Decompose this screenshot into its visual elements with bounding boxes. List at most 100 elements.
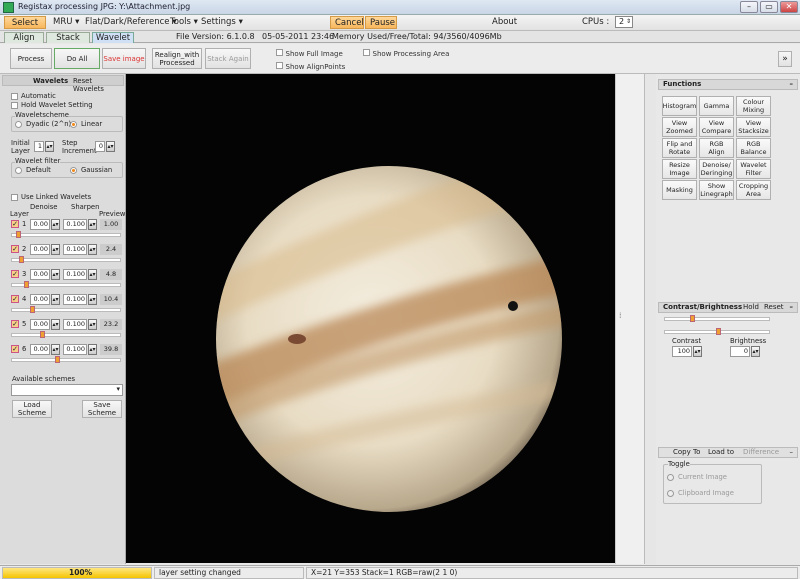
cancel-button[interactable]: Cancel <box>330 16 364 29</box>
show-alignpoints-option[interactable]: Show AlignPoints <box>276 62 345 71</box>
contrast-reset-button[interactable]: Reset <box>764 303 784 312</box>
layer-2-denoise-spinner[interactable]: ▴▾ <box>51 244 60 255</box>
maximize-button[interactable]: ▭ <box>760 1 778 13</box>
copy-to-tab[interactable]: Copy To <box>673 448 700 457</box>
load-scheme-button[interactable]: Load Scheme <box>12 400 52 418</box>
copy-collapse-icon[interactable]: – <box>790 448 794 457</box>
function-button-showlinegraph[interactable]: Show Linegraph <box>699 180 734 200</box>
use-linked-wavelets-checkbox[interactable] <box>11 194 18 201</box>
function-button-viewstacksize[interactable]: View Stacksize <box>736 117 771 137</box>
brightness-slider-thumb[interactable] <box>716 328 721 335</box>
layer-1-sharpen-spinner[interactable]: ▴▾ <box>88 219 97 230</box>
brightness-input[interactable]: 0 <box>730 346 750 357</box>
function-button-rgbbalance[interactable]: RGB Balance <box>736 138 771 158</box>
contrast-collapse-icon[interactable]: – <box>790 303 794 312</box>
layer-2-checkbox[interactable]: ✓ <box>11 245 19 253</box>
dyadic-radio[interactable] <box>15 121 22 128</box>
stack-again-button[interactable]: Stack Again <box>205 48 251 69</box>
process-button[interactable]: Process <box>10 48 52 69</box>
minimize-button[interactable]: – <box>740 1 758 13</box>
layer-6-denoise-spinner[interactable]: ▴▾ <box>51 344 60 355</box>
reset-wavelets-button[interactable]: Reset Wavelets <box>73 77 123 93</box>
layer-3-checkbox[interactable]: ✓ <box>11 270 19 278</box>
contrast-track-1[interactable] <box>664 317 770 321</box>
layer-5-sharpen-input[interactable]: 0.100 <box>63 319 87 330</box>
step-increment-input[interactable]: 0 <box>95 141 105 152</box>
layer-6-slider-track[interactable] <box>11 358 121 362</box>
expand-button[interactable]: » <box>778 51 792 67</box>
function-button-gamma[interactable]: Gamma <box>699 96 734 116</box>
linear-radio[interactable] <box>70 121 77 128</box>
initial-layer-spinner[interactable]: ▴▾ <box>45 141 54 152</box>
layer-5-denoise-spinner[interactable]: ▴▾ <box>51 319 60 330</box>
mru-menu[interactable]: MRU ▾ <box>49 16 83 29</box>
show-alignpoints-checkbox[interactable] <box>276 62 283 69</box>
layer-4-sharpen-spinner[interactable]: ▴▾ <box>88 294 97 305</box>
brightness-spinner[interactable]: ▴▾ <box>751 346 760 357</box>
layer-6-checkbox[interactable]: ✓ <box>11 345 19 353</box>
layer-6-denoise-input[interactable]: 0.00 <box>30 344 50 355</box>
layer-5-checkbox[interactable]: ✓ <box>11 320 19 328</box>
image-viewer[interactable] <box>126 74 615 563</box>
layer-6-slider-thumb[interactable] <box>55 356 60 363</box>
save-scheme-button[interactable]: Save Scheme <box>82 400 122 418</box>
layer-2-denoise-input[interactable]: 0.00 <box>30 244 50 255</box>
layer-2-sharpen-spinner[interactable]: ▴▾ <box>88 244 97 255</box>
layer-5-denoise-input[interactable]: 0.00 <box>30 319 50 330</box>
layer-5-sharpen-spinner[interactable]: ▴▾ <box>88 319 97 330</box>
layer-3-sharpen-spinner[interactable]: ▴▾ <box>88 269 97 280</box>
function-button-viewcompare[interactable]: View Compare <box>699 117 734 137</box>
close-button[interactable]: ✕ <box>780 1 798 13</box>
contrast-hold-button[interactable]: Hold <box>743 303 759 312</box>
tab-stack[interactable]: Stack <box>46 32 90 43</box>
layer-2-sharpen-input[interactable]: 0.100 <box>63 244 87 255</box>
load-to-tab[interactable]: Load to <box>708 448 734 457</box>
function-button-masking[interactable]: Masking <box>662 180 697 200</box>
layer-3-sharpen-input[interactable]: 0.100 <box>63 269 87 280</box>
contrast-input[interactable]: 100 <box>672 346 692 357</box>
function-button-resizeimage[interactable]: Resize Image <box>662 159 697 179</box>
contrast-slider-thumb[interactable] <box>690 315 695 322</box>
realign-button[interactable]: Realign_with Processed <box>152 48 202 69</box>
layer-4-slider-track[interactable] <box>11 308 121 312</box>
layer-5-slider-thumb[interactable] <box>40 331 45 338</box>
layer-3-slider-thumb[interactable] <box>24 281 29 288</box>
gaussian-filter-radio[interactable] <box>70 167 77 174</box>
layer-1-sharpen-input[interactable]: 0.100 <box>63 219 87 230</box>
contrast-spinner[interactable]: ▴▾ <box>693 346 702 357</box>
layer-4-denoise-spinner[interactable]: ▴▾ <box>51 294 60 305</box>
show-processing-area-option[interactable]: Show Processing Area <box>363 49 449 58</box>
function-button-histogram[interactable]: Histogram <box>662 96 697 116</box>
layer-1-denoise-input[interactable]: 0.00 <box>30 219 50 230</box>
layer-1-denoise-spinner[interactable]: ▴▾ <box>51 219 60 230</box>
layer-4-checkbox[interactable]: ✓ <box>11 295 19 303</box>
layer-2-slider-track[interactable] <box>11 258 121 262</box>
default-filter-radio[interactable] <box>15 167 22 174</box>
function-button-colourmixing[interactable]: Colour Mixing <box>736 96 771 116</box>
layer-4-slider-thumb[interactable] <box>30 306 35 313</box>
function-button-waveletfilter[interactable]: Wavelet Filter <box>736 159 771 179</box>
layer-5-slider-track[interactable] <box>11 333 121 337</box>
settings-menu[interactable]: Settings ▾ <box>197 16 247 29</box>
layer-6-sharpen-input[interactable]: 0.100 <box>63 344 87 355</box>
current-image-radio[interactable] <box>667 474 674 481</box>
show-processing-area-checkbox[interactable] <box>363 49 370 56</box>
hold-wavelet-checkbox[interactable] <box>11 102 18 109</box>
pause-button[interactable]: Pause <box>365 16 397 29</box>
layer-1-slider-track[interactable] <box>11 233 121 237</box>
layer-1-checkbox[interactable]: ✓ <box>11 220 19 228</box>
layer-6-sharpen-spinner[interactable]: ▴▾ <box>88 344 97 355</box>
tab-align[interactable]: Align <box>4 32 44 43</box>
layer-1-slider-thumb[interactable] <box>16 231 21 238</box>
splitter[interactable]: ⁞ <box>615 74 644 564</box>
layer-3-denoise-input[interactable]: 0.00 <box>30 269 50 280</box>
function-button-rgbalign[interactable]: RGB Align <box>699 138 734 158</box>
do-all-button[interactable]: Do All <box>54 48 100 69</box>
show-full-image-option[interactable]: Show Full Image <box>276 49 343 58</box>
functions-collapse-icon[interactable]: – <box>790 80 794 89</box>
layer-4-denoise-input[interactable]: 0.00 <box>30 294 50 305</box>
function-button-viewzoomed[interactable]: View Zoomed <box>662 117 697 137</box>
layer-2-slider-thumb[interactable] <box>19 256 24 263</box>
layer-3-denoise-spinner[interactable]: ▴▾ <box>51 269 60 280</box>
initial-layer-input[interactable]: 1 <box>34 141 44 152</box>
